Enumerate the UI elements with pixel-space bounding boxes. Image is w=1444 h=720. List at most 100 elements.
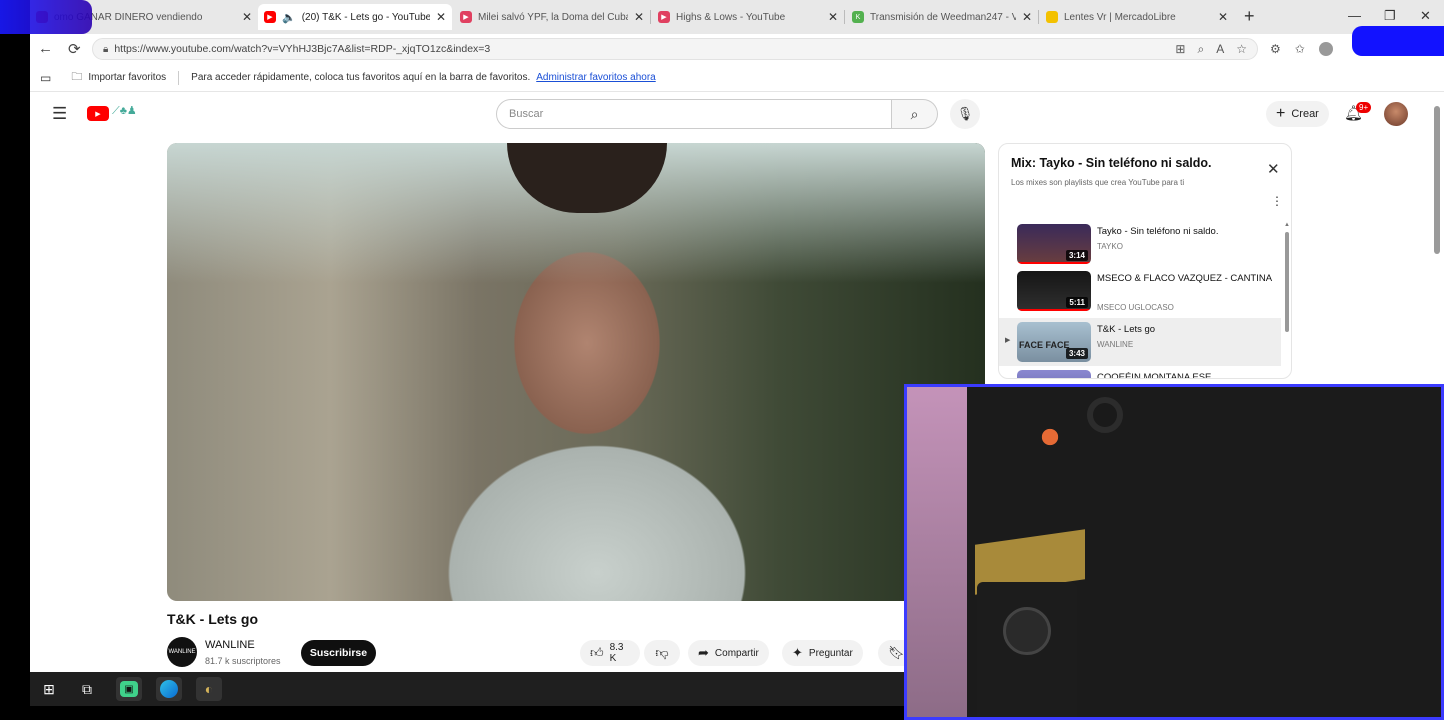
bookmark-icon: 🔖︎ (888, 645, 905, 660)
tab-strip: omo GANAR DINERO vendiendo ✕ ▶ 🔈 (20) T&… (30, 0, 1444, 34)
like-count: 8.3 K (609, 642, 624, 664)
search-input[interactable]: Buscar (496, 99, 892, 129)
playlist-item[interactable]: 5:11 MSECO & FLACO VAZQUEZ - CANTINA MSE… (999, 267, 1281, 315)
discord-icon[interactable]: ▣ (116, 677, 142, 701)
overlay-glow-top-right (1352, 26, 1444, 56)
search-button[interactable]: ⌕ (892, 99, 938, 129)
tab-title: Lentes Vr | MercadoLibre (1064, 11, 1176, 23)
tab-divider (1038, 10, 1039, 24)
league-app-icon[interactable]: ◐ (196, 677, 222, 701)
voice-search-button[interactable]: 🎙︎ (950, 99, 980, 129)
read-aloud-icon[interactable]: A (1216, 42, 1224, 57)
window-close-icon[interactable]: ✕ (1420, 8, 1431, 24)
manage-favorites-link[interactable]: Administrar favoritos ahora (536, 72, 656, 83)
video-title: T&K - Lets go (167, 611, 258, 627)
tab-highs-lows[interactable]: ▶ Highs & Lows - YouTube ✕ (652, 4, 844, 30)
youtube-logo-icon[interactable]: ▶ (87, 106, 109, 121)
reload-icon[interactable]: ⟳ (68, 40, 81, 58)
playlist-scrollbar[interactable] (1285, 232, 1289, 332)
favorites-bar: ▭ 🗀 Importar favoritos Para acceder rápi… (30, 64, 1444, 92)
new-tab-plus-icon[interactable]: + (1244, 6, 1255, 27)
duration: 3:43 (1065, 348, 1088, 359)
playlist-item[interactable]: 3:14 Tayko - Sin teléfono ni saldo. TAYK… (999, 220, 1281, 268)
playlist-item-channel: WANLINE (1097, 340, 1134, 349)
close-icon[interactable]: ✕ (828, 10, 838, 24)
kick-favicon-icon: K (852, 11, 864, 23)
zoom-icon[interactable]: ⌕ (1197, 42, 1204, 57)
subscribe-button[interactable]: Suscribirse (301, 640, 376, 666)
lock-icon[interactable]: 🔒︎ (103, 44, 108, 55)
tab-mercadolibre[interactable]: Lentes Vr | MercadoLibre ✕ (1040, 4, 1234, 30)
close-icon[interactable]: ✕ (634, 10, 644, 24)
close-icon[interactable]: ✕ (1218, 10, 1228, 24)
playlist-item-channel: TAYKO (1097, 242, 1123, 251)
video-player[interactable] (167, 143, 985, 601)
mix-title: Mix: Tayko - Sin teléfono ni saldo. (1011, 156, 1212, 170)
dislike-button[interactable]: 👎︎ (644, 640, 680, 666)
channel-name[interactable]: WANLINE (205, 639, 255, 651)
share-button[interactable]: ➦ Compartir (688, 640, 769, 666)
import-favorites[interactable]: Importar favoritos (88, 72, 166, 83)
watched-bar (1017, 262, 1091, 264)
like-button[interactable]: 👍︎ 8.3 K (580, 640, 640, 666)
subscriber-count: 81.7 k suscriptores (205, 656, 281, 666)
channel-avatar[interactable]: WANLINE (167, 637, 197, 667)
share-arrow-icon: ➦ (698, 645, 709, 660)
restore-icon[interactable]: ❐ (1384, 8, 1396, 24)
mercadolibre-favicon-icon (1046, 11, 1058, 23)
playlist-item-title: Tayko - Sin teléfono ni saldo. (1097, 226, 1219, 237)
create-button[interactable]: + Crear (1266, 101, 1329, 127)
close-icon[interactable]: ✕ (436, 10, 446, 24)
minimize-icon[interactable]: — (1348, 8, 1361, 23)
doodle-icon[interactable]: ⟋♣♟ (112, 104, 137, 118)
close-icon[interactable]: ✕ (1022, 10, 1032, 24)
mix-subtitle: Los mixes son playlists que crea YouTube… (1011, 178, 1185, 187)
edge-browser-icon[interactable] (156, 677, 182, 701)
user-avatar[interactable] (1384, 102, 1408, 126)
youtube-favicon-icon: ▶ (460, 11, 472, 23)
tab-title: (20) T&K - Lets go - YouTube (301, 11, 430, 23)
sparkle-icon: ✦ (792, 645, 803, 660)
scroll-up-arrow-icon[interactable]: ▲ (1284, 222, 1290, 228)
page-scrollbar[interactable] (1434, 106, 1440, 254)
address-bar[interactable]: 🔒︎ https://www.youtube.com/watch?v=VYhHJ… (92, 38, 1258, 60)
apps-icon[interactable]: ⊞ (1175, 42, 1185, 57)
star-icon[interactable]: ☆ (1236, 42, 1247, 57)
tab-milei-ypf[interactable]: ▶ Milei salvó YPF, la Doma del Cuba ✕ (454, 4, 650, 30)
overlay-glow-top-left (0, 0, 92, 34)
playlist-item[interactable]: COQEÉIN MONTANA ESE (999, 366, 1281, 379)
favbar-divider (178, 70, 180, 85)
create-label: Crear (1291, 108, 1319, 120)
favorites-icon[interactable]: ✩ (1295, 42, 1305, 56)
tab-weedman[interactable]: K Transmisión de Weedman247 - Vo ✕ (846, 4, 1038, 30)
vinyl-record (1087, 397, 1123, 433)
playlist-item-current[interactable]: ▶ FACE FACE 3:43 T&K - Lets go WANLINE (999, 318, 1281, 366)
tab-actions-icon[interactable]: ▭ (40, 71, 51, 85)
profile-icon[interactable] (1318, 42, 1333, 56)
playlist-item-title: COQEÉIN MONTANA ESE (1097, 372, 1212, 379)
mic-icon: 🎙︎ (956, 106, 974, 121)
menu-icon[interactable]: ☰ (52, 104, 67, 124)
thumbnail-text: FACE FACE (1019, 340, 1070, 350)
close-icon[interactable]: ✕ (1267, 160, 1280, 178)
windows-start-icon[interactable]: ⊞ (36, 677, 62, 701)
youtube-favicon-icon: ▶ (658, 11, 670, 23)
back-arrow-icon[interactable]: ← (38, 40, 53, 57)
duration: 5:11 (1066, 297, 1088, 308)
task-view-icon[interactable]: ⧉ (74, 677, 100, 701)
mix-playlist-panel: Mix: Tayko - Sin teléfono ni saldo. Los … (998, 143, 1292, 379)
tab-title: Highs & Lows - YouTube (676, 11, 786, 23)
ask-label: Preguntar (808, 647, 853, 659)
close-icon[interactable]: ✕ (242, 10, 252, 24)
duration: 3:14 (1065, 250, 1088, 261)
tab-title: Milei salvó YPF, la Doma del Cuba (478, 11, 628, 23)
video-thumbnail (1017, 370, 1091, 378)
plus-icon: + (1276, 105, 1286, 122)
ask-button[interactable]: ✦ Preguntar (782, 640, 863, 666)
more-vert-icon[interactable]: ⋮ (1271, 194, 1283, 208)
speaker-icon[interactable]: 🔈 (282, 11, 296, 24)
tab-divider (650, 10, 651, 24)
tab-youtube-lets-go[interactable]: ▶ 🔈 (20) T&K - Lets go - YouTube ✕ (258, 4, 452, 30)
extension-icon[interactable]: ⚙ (1270, 42, 1281, 56)
favorites-hint: Para acceder rápidamente, coloca tus fav… (191, 72, 531, 83)
